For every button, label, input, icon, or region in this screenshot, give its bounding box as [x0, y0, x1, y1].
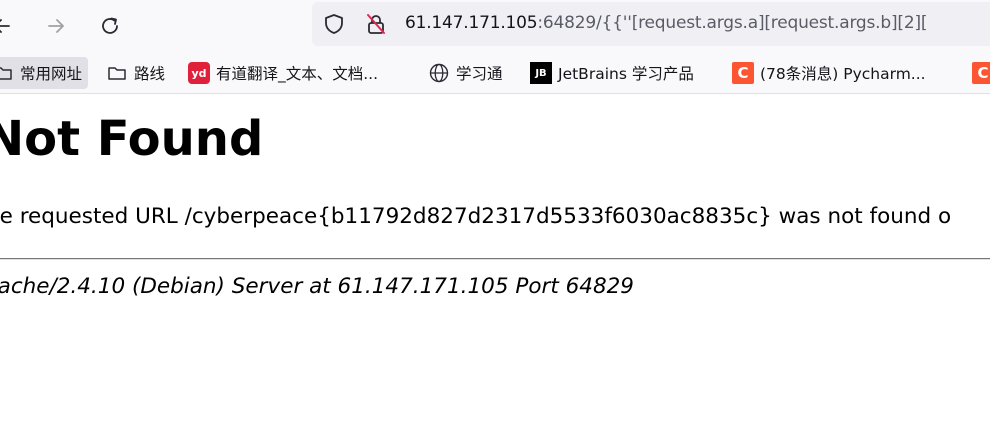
reload-icon: [102, 17, 118, 34]
csdn-logo-icon: C: [732, 62, 754, 84]
tracking-protection-shield-icon[interactable]: [322, 12, 346, 36]
bookmark-label: 常用网址: [20, 65, 83, 83]
bookmark-folder-common[interactable]: 常用网址: [0, 57, 89, 89]
forward-button[interactable]: [38, 8, 74, 44]
browser-toolbar: 61.147.171.105:64829/{{''[request.args.a…: [0, 0, 990, 52]
page-content: Not Found he requested URL /cyberpeace{b…: [0, 95, 990, 431]
folder-icon: [106, 62, 128, 84]
server-signature: pache/2.4.10 (Debian) Server at 61.147.1…: [0, 274, 634, 299]
bookmark-csdn-pycharm[interactable]: C (78条消息) Pycharm...: [732, 57, 926, 89]
back-button[interactable]: [0, 8, 20, 44]
url-text[interactable]: 61.147.171.105:64829/{{''[request.args.a…: [405, 13, 928, 33]
csdn-logo-icon: C: [972, 62, 990, 84]
url-path: :64829/{{''[request.args.a][request.args…: [537, 13, 928, 33]
bookmark-label: 路线: [134, 65, 166, 83]
jetbrains-logo-icon: JB: [530, 62, 552, 84]
bookmark-label: JetBrains 学习产品: [558, 65, 694, 83]
bookmark-label: 学习通: [456, 65, 503, 83]
address-bar[interactable]: 61.147.171.105:64829/{{''[request.args.a…: [312, 2, 990, 46]
bookmark-folder-route[interactable]: 路线: [106, 57, 165, 89]
url-host: 61.147.171.105: [405, 13, 538, 33]
bookmark-csdn-2[interactable]: C: [972, 57, 990, 89]
bookmark-jetbrains[interactable]: JB JetBrains 学习产品: [530, 57, 694, 89]
globe-icon: [428, 62, 450, 84]
youdao-logo-icon: yd: [188, 62, 210, 84]
error-message: he requested URL /cyberpeace{b11792d827d…: [0, 204, 952, 229]
reload-button[interactable]: [92, 8, 128, 44]
bookmark-youdao[interactable]: yd 有道翻译_文本、文档...: [188, 57, 378, 89]
bookmark-label: 有道翻译_文本、文档...: [216, 65, 379, 83]
page-title: Not Found: [0, 111, 264, 167]
bookmark-label: (78条消息) Pycharm...: [760, 65, 926, 83]
bookmark-xuexitong[interactable]: 学习通: [428, 57, 503, 89]
arrow-left-icon: [0, 19, 10, 33]
folder-icon: [0, 62, 14, 84]
horizontal-rule: [0, 258, 990, 260]
arrow-right-icon: [48, 19, 64, 33]
bookmarks-toolbar: 常用网址 路线 yd 有道翻译_文本、文档... 学习通 JB JetBrain…: [0, 52, 990, 94]
insecure-lock-icon[interactable]: [364, 12, 388, 36]
